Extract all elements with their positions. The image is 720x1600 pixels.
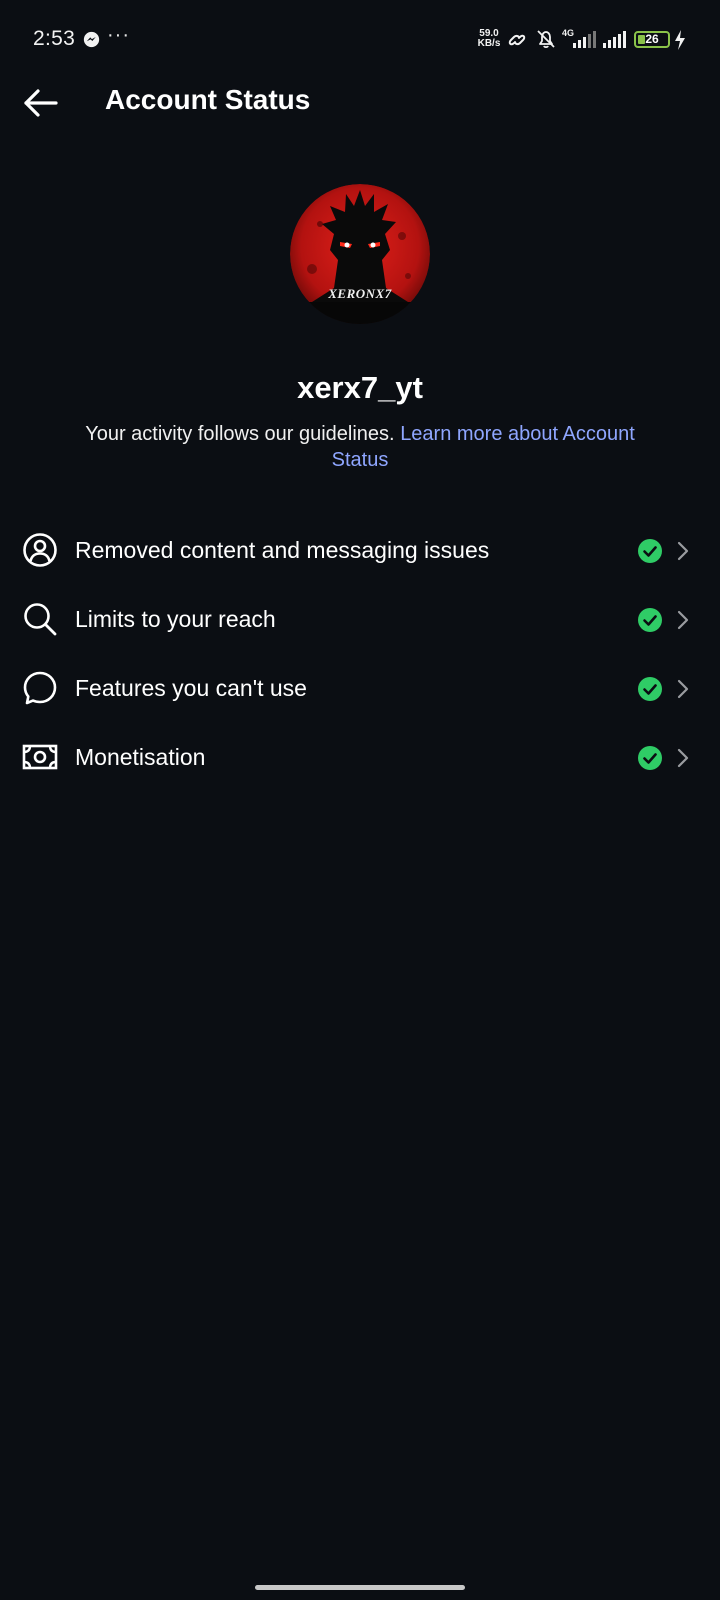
list-item-label: Monetisation: [75, 744, 206, 770]
status-description: Your activity follows our guidelines. Le…: [60, 421, 660, 473]
charging-bolt-icon: [675, 30, 685, 50]
network-speed: 59.0 KB/s: [476, 29, 502, 49]
check-circle-icon: [638, 539, 662, 563]
user-circle-icon: [23, 533, 57, 567]
status-time: 2:53: [33, 27, 76, 50]
avatar-text: XERONX7: [328, 286, 392, 301]
page-title: Account Status: [105, 84, 311, 115]
avatar-image: [290, 184, 430, 324]
chevron-right-icon: [677, 748, 689, 768]
list-item-reach-limits[interactable]: Limits to your reach: [0, 584, 720, 653]
chevron-right-icon: [677, 610, 689, 630]
back-button[interactable]: [20, 85, 64, 121]
check-circle-icon: [638, 608, 662, 632]
home-indicator[interactable]: [255, 1585, 465, 1590]
money-icon: [22, 744, 58, 770]
status-description-text: Your activity follows our guidelines.: [85, 423, 395, 445]
arrow-left-icon: [24, 89, 58, 117]
more-notifications-icon: ···: [107, 24, 130, 46]
list-item-label: Removed content and messaging issues: [75, 537, 490, 563]
list-item-label: Limits to your reach: [75, 606, 276, 632]
hotspot-link-icon: [508, 34, 526, 46]
check-circle-icon: [638, 746, 662, 770]
status-bar: 2:53 ··· 59.0 KB/s 4G 26: [0, 0, 720, 80]
username: xerx7_yt: [297, 370, 423, 405]
check-circle-icon: [638, 677, 662, 701]
list-item-removed-content[interactable]: Removed content and messaging issues: [0, 515, 720, 584]
list-item-features[interactable]: Features you can't use: [0, 653, 720, 722]
signal-icon: [603, 31, 626, 48]
speech-bubble-icon: [23, 671, 57, 705]
avatar[interactable]: XERONX7: [290, 184, 430, 324]
bell-muted-icon: [537, 30, 555, 49]
search-icon: [24, 603, 57, 636]
battery-icon: 26: [634, 31, 670, 48]
chevron-right-icon: [677, 679, 689, 699]
chevron-right-icon: [677, 541, 689, 561]
messenger-icon: [83, 31, 100, 48]
list-item-monetisation[interactable]: Monetisation: [0, 722, 720, 791]
account-status-list: Removed content and messaging issues Lim…: [0, 515, 720, 791]
signal-icon: [573, 31, 596, 48]
list-item-label: Features you can't use: [75, 675, 307, 701]
network-speed-unit: KB/s: [477, 38, 501, 49]
battery-level: 26: [645, 32, 659, 46]
